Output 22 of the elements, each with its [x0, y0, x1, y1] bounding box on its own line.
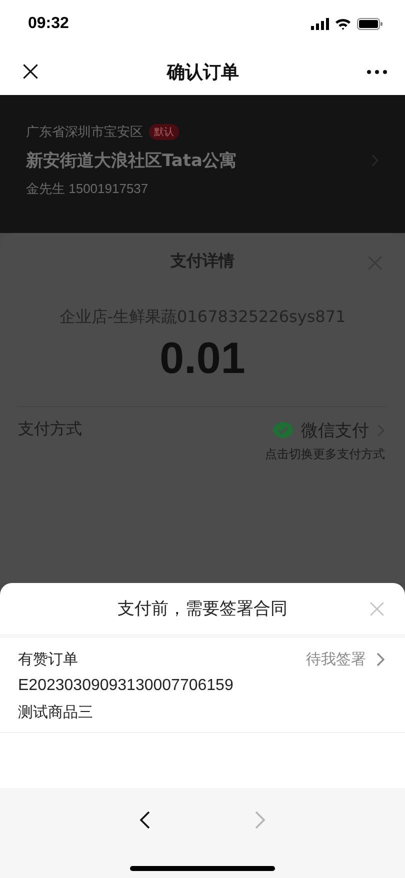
default-tag: 默认 — [149, 124, 179, 140]
more-icon[interactable] — [367, 70, 387, 74]
page-title: 确认订单 — [167, 60, 239, 84]
address-street: 新安街道大浪社区Tata公寓 — [26, 150, 236, 172]
chevron-right-icon — [254, 810, 266, 830]
address-contact: 金先生 15001917537 — [26, 180, 150, 198]
sign-status: 待我签署 — [306, 650, 366, 669]
order-source: 有赞订单 — [18, 650, 78, 669]
address-region: 广东省深圳市宝安区 — [26, 124, 143, 141]
payment-amount: 0.01 — [158, 334, 246, 384]
signal-icon — [311, 18, 329, 30]
contract-item[interactable]: 有赞订单 待我签署 E20230309093130007706159 测试商品三 — [0, 638, 405, 733]
sheet-title: 支付前，需要签署合同 — [118, 598, 288, 620]
order-number: E20230309093130007706159 — [18, 677, 234, 695]
wifi-icon — [335, 18, 351, 30]
chevron-right-icon — [376, 652, 385, 667]
check-bubble-icon — [273, 422, 293, 439]
battery-icon — [357, 18, 383, 30]
close-icon[interactable] — [22, 63, 39, 80]
status-time: 09:32 — [28, 15, 69, 33]
chevron-left-icon — [139, 810, 151, 830]
product-name: 测试商品三 — [18, 703, 94, 722]
